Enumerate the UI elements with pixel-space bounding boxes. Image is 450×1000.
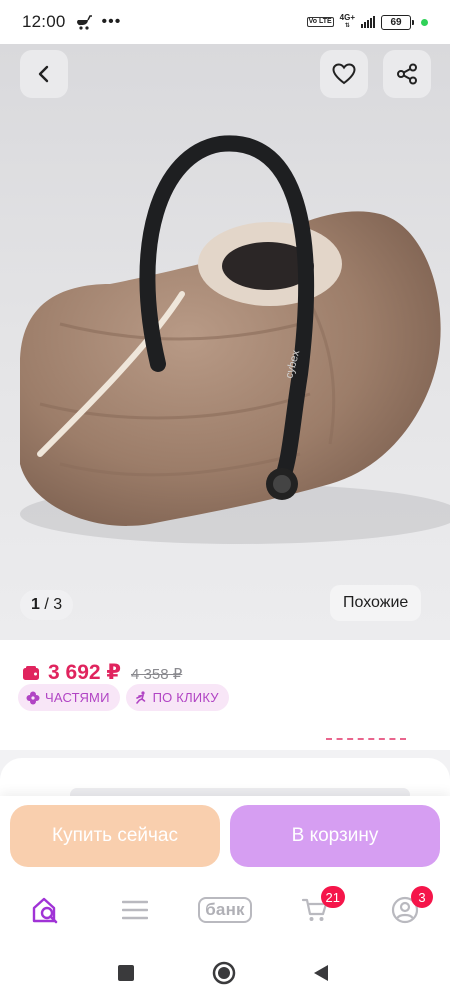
current-price: 3 692 ₽ bbox=[48, 661, 121, 684]
nav-home[interactable] bbox=[22, 888, 70, 932]
more-notifications-icon: ••• bbox=[101, 13, 122, 30]
home-search-icon bbox=[32, 897, 58, 924]
installments-badge[interactable]: ЧАСТЯМИ bbox=[18, 684, 120, 711]
profile-notification-badge: 3 bbox=[411, 886, 433, 908]
partial-content-peek bbox=[326, 738, 406, 741]
product-image-gallery[interactable]: cybex 1 / 3 Похожие bbox=[0, 44, 450, 640]
purchase-action-bar: Купить сейчас В корзину bbox=[0, 796, 450, 878]
bottom-navigation: банк 21 3 bbox=[0, 878, 450, 942]
bank-label: банк bbox=[198, 897, 252, 923]
stroller-icon bbox=[76, 15, 92, 30]
add-to-cart-button[interactable]: В корзину bbox=[230, 805, 440, 867]
signal-icon bbox=[361, 16, 375, 28]
old-price: 4 358 ₽ bbox=[131, 666, 183, 683]
price-section: 3 692 ₽ 4 358 ₽ ЧАСТЯМИ ПО КЛИКУ bbox=[0, 640, 450, 750]
nav-catalog[interactable] bbox=[111, 888, 159, 932]
favorite-button[interactable] bbox=[320, 50, 368, 98]
similar-products-button[interactable]: Похожие bbox=[330, 585, 422, 621]
nav-bank[interactable]: банк bbox=[192, 888, 258, 932]
circle-icon bbox=[212, 961, 236, 985]
triangle-back-icon bbox=[314, 965, 328, 981]
share-icon bbox=[397, 63, 417, 85]
menu-icon bbox=[122, 900, 148, 920]
network-type: 4G+ ⇅ bbox=[339, 13, 355, 30]
system-navigation-bar bbox=[0, 942, 450, 1000]
status-time: 12:00 bbox=[22, 12, 66, 31]
image-counter: 1 / 3 bbox=[20, 590, 74, 620]
cart-count-badge: 21 bbox=[320, 886, 345, 908]
running-man-icon bbox=[135, 690, 145, 704]
share-button[interactable] bbox=[383, 50, 431, 98]
wallet-icon bbox=[23, 665, 39, 680]
one-click-badge[interactable]: ПО КЛИКУ bbox=[125, 684, 229, 711]
privacy-dot-icon bbox=[421, 18, 428, 26]
volte-indicator: Vo LTE bbox=[306, 17, 334, 27]
recents-button[interactable] bbox=[113, 960, 139, 986]
battery-icon: 69 bbox=[381, 14, 414, 30]
chevron-left-icon bbox=[38, 65, 49, 83]
product-photo: cybex bbox=[20, 135, 450, 544]
back-system-button[interactable] bbox=[308, 960, 334, 986]
buy-now-button[interactable]: Купить сейчас bbox=[10, 805, 220, 867]
back-button[interactable] bbox=[20, 50, 68, 98]
heart-icon bbox=[332, 63, 356, 85]
home-system-button[interactable] bbox=[211, 960, 237, 986]
square-icon bbox=[118, 965, 134, 981]
nav-cart[interactable]: 21 bbox=[291, 886, 345, 932]
nav-profile[interactable]: 3 bbox=[381, 886, 433, 932]
flower-icon bbox=[26, 691, 40, 704]
status-bar: 12:00 ••• Vo LTE 4G+ ⇅ 69 bbox=[0, 0, 450, 44]
